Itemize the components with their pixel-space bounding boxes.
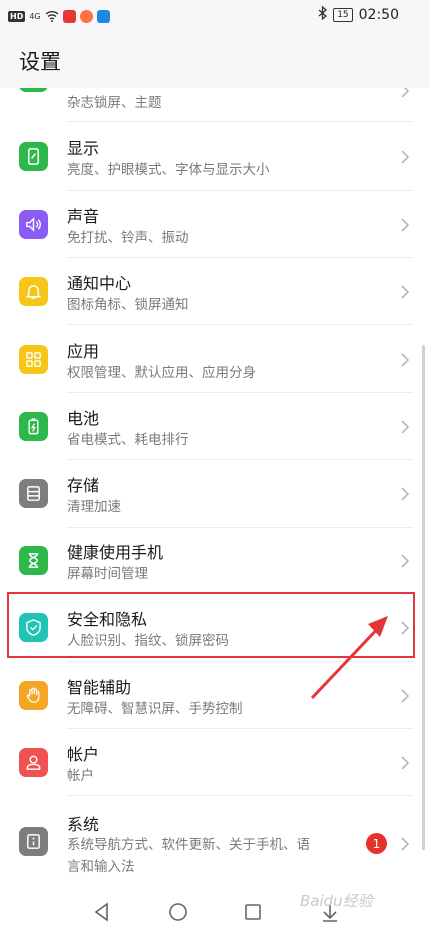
clock: 02:50: [358, 7, 399, 23]
watermark: Baidu经验: [300, 892, 373, 910]
header: 设置: [0, 30, 429, 88]
settings-item-apps[interactable]: 应用 权限管理、默认应用、应用分身: [0, 326, 429, 393]
item-subtitle: 省电模式、耗电排行: [67, 432, 189, 448]
item-title: 声音: [67, 207, 100, 226]
settings-item-notifications[interactable]: 通知中心 图标角标、锁屏通知: [0, 258, 429, 325]
wallpaper-icon: [19, 88, 48, 92]
chevron-right-icon: [401, 353, 410, 367]
chevron-right-icon: [401, 554, 410, 568]
scrollbar[interactable]: [422, 345, 425, 850]
chevron-right-icon: [401, 420, 410, 434]
divider: [67, 324, 413, 325]
chevron-right-icon: [401, 218, 410, 232]
item-subtitle: 系统导航方式、软件更新、关于手机、语: [67, 837, 310, 853]
settings-item-digital-balance[interactable]: 健康使用手机 屏幕时间管理: [0, 527, 429, 594]
display-icon: [19, 142, 48, 171]
item-title: 显示: [67, 139, 100, 158]
bluetooth-icon: [318, 5, 328, 24]
item-title: 健康使用手机: [67, 543, 164, 562]
wifi-icon: [45, 7, 59, 26]
recents-icon[interactable]: [241, 900, 265, 924]
item-subtitle: 清理加速: [67, 499, 121, 515]
battery-indicator: 15: [333, 8, 353, 22]
item-subtitle: 无障碍、智慧识屏、手势控制: [67, 701, 243, 717]
status-right: 15 02:50: [318, 5, 399, 24]
apps-grid-icon: [19, 345, 48, 374]
item-title: 帐户: [67, 745, 100, 764]
system-icon: [19, 827, 48, 856]
account-icon: [19, 748, 48, 777]
chevron-right-icon: [401, 150, 410, 164]
divider: [67, 121, 413, 122]
settings-item-account[interactable]: 帐户 帐户: [0, 729, 429, 796]
item-title: 通知中心: [67, 274, 132, 293]
chevron-right-icon: [401, 487, 410, 501]
storage-icon: [19, 479, 48, 508]
item-subtitle-line2: 言和输入法: [67, 859, 135, 875]
settings-list: 杂志锁屏、主题 显示 亮度、护眼模式、字体与显示大小 声音 免打扰、铃声、振动 …: [0, 88, 429, 898]
app-notification-icon-3: [96, 10, 110, 23]
sound-icon: [19, 210, 48, 239]
hd-indicator: HD: [8, 11, 26, 22]
item-subtitle: 亮度、护眼模式、字体与显示大小: [67, 162, 270, 178]
item-subtitle: 权限管理、默认应用、应用分身: [67, 365, 256, 381]
item-subtitle: 帐户: [67, 768, 94, 784]
back-icon[interactable]: [90, 900, 114, 924]
settings-item-sound[interactable]: 声音 免打扰、铃声、振动: [0, 191, 429, 258]
item-title: 应用: [67, 342, 100, 361]
chevron-right-icon: [401, 689, 410, 703]
hourglass-icon: [19, 546, 48, 575]
settings-item-battery[interactable]: 电池 省电模式、耗电排行: [0, 393, 429, 460]
settings-item-system[interactable]: 系统 系统导航方式、软件更新、关于手机、语 言和输入法 1: [0, 796, 429, 888]
item-title: 电池: [67, 409, 100, 428]
hand-icon: [19, 681, 48, 710]
item-title: 存储: [67, 476, 100, 495]
notification-badge: 1: [366, 833, 387, 854]
status-left: HD 4G: [8, 7, 110, 26]
item-title: 系统: [67, 815, 100, 834]
item-title: 智能辅助: [67, 678, 132, 697]
app-notification-icon: [62, 10, 76, 23]
chevron-right-icon: [401, 837, 410, 851]
app-notification-icon-2: [79, 10, 93, 23]
page-title: 设置: [19, 50, 61, 74]
arrow-annotation-icon: [310, 616, 388, 700]
home-icon[interactable]: [166, 900, 190, 924]
settings-item-storage[interactable]: 存储 清理加速: [0, 460, 429, 527]
network-type: 4G: [29, 12, 41, 21]
battery-icon: [19, 412, 48, 441]
item-subtitle: 杂志锁屏、主题: [67, 95, 162, 111]
chevron-right-icon: [401, 756, 410, 770]
item-subtitle: 免打扰、铃声、振动: [67, 230, 189, 246]
settings-item-wallpaper[interactable]: 杂志锁屏、主题: [0, 88, 429, 111]
status-bar: HD 4G 15 02:50: [0, 0, 429, 30]
chevron-right-icon: [401, 88, 410, 98]
bell-icon: [19, 277, 48, 306]
item-subtitle: 屏幕时间管理: [67, 566, 148, 582]
settings-item-display[interactable]: 显示 亮度、护眼模式、字体与显示大小: [0, 123, 429, 190]
chevron-right-icon: [401, 285, 410, 299]
item-subtitle: 图标角标、锁屏通知: [67, 297, 189, 313]
